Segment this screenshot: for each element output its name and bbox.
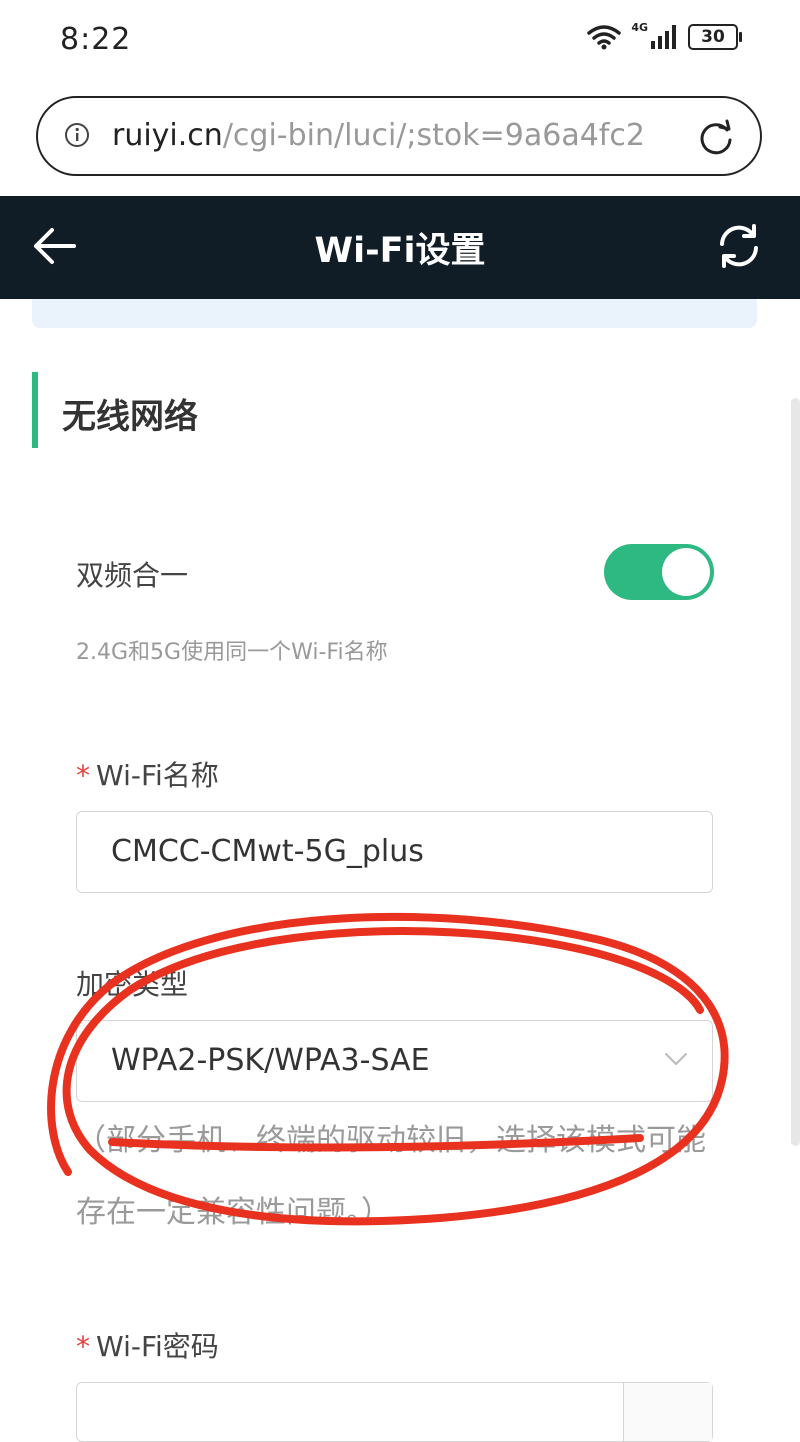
app-header: Wi-Fi设置: [0, 196, 800, 299]
scrollbar[interactable]: [791, 398, 800, 1146]
dual-band-label: 双频合一: [76, 559, 189, 592]
wifi-name-input[interactable]: CMCC-CMwt-5G_plus: [76, 811, 713, 893]
page-title: Wi-Fi设置: [314, 231, 486, 271]
encryption-value: WPA2-PSK/WPA3-SAE: [111, 1043, 430, 1078]
url-text[interactable]: ruiyi.cn/cgi-bin/luci/;stok=9a6a4fc2: [112, 118, 702, 153]
network-type-label: 4G: [631, 20, 648, 34]
battery-level: 30: [701, 27, 725, 47]
info-banner: [32, 299, 757, 328]
dual-band-hint: 2.4G和5G使用同一个Wi-Fi名称: [76, 640, 388, 665]
reload-icon[interactable]: [696, 118, 736, 158]
wifi-name-label: * Wi-Fi名称: [76, 754, 219, 794]
encryption-note: （部分手机、终端的驱动较旧，选择该模式可能存在一定兼容性问题。）: [76, 1123, 706, 1230]
encryption-label: 加密类型: [76, 968, 189, 1001]
encryption-select[interactable]: WPA2-PSK/WPA3-SAE: [76, 1020, 713, 1102]
battery-icon: 30: [688, 24, 742, 50]
wifi-name-label-text: Wi-Fi名称: [96, 759, 219, 792]
wifi-password-label-text: Wi-Fi密码: [96, 1330, 219, 1363]
required-mark: *: [76, 1330, 90, 1363]
status-time: 8:22: [60, 22, 132, 57]
status-icons: 4G 30: [587, 20, 742, 50]
section-title: 无线网络: [62, 397, 198, 437]
password-visibility-toggle[interactable]: [623, 1383, 712, 1441]
wifi-name-value: CMCC-CMwt-5G_plus: [111, 834, 424, 869]
url-host: ruiyi.cn: [112, 118, 223, 153]
wifi-password-label: * Wi-Fi密码: [76, 1325, 219, 1365]
toggle-knob: [662, 548, 710, 596]
info-icon[interactable]: [64, 122, 90, 148]
cellular-signal-icon: [651, 25, 676, 49]
refresh-icon[interactable]: [714, 218, 764, 274]
url-path: /cgi-bin/luci/;stok=9a6a4fc2: [222, 118, 645, 153]
chevron-down-icon: [665, 1053, 687, 1065]
wifi-signal-icon: [587, 25, 622, 50]
status-bar: 8:22 4G 30: [0, 0, 800, 86]
section-accent-bar: [32, 372, 38, 448]
required-mark: *: [76, 759, 90, 792]
wifi-password-input[interactable]: [76, 1382, 713, 1442]
url-bar[interactable]: ruiyi.cn/cgi-bin/luci/;stok=9a6a4fc2: [36, 96, 762, 176]
dual-band-toggle[interactable]: [604, 544, 714, 600]
